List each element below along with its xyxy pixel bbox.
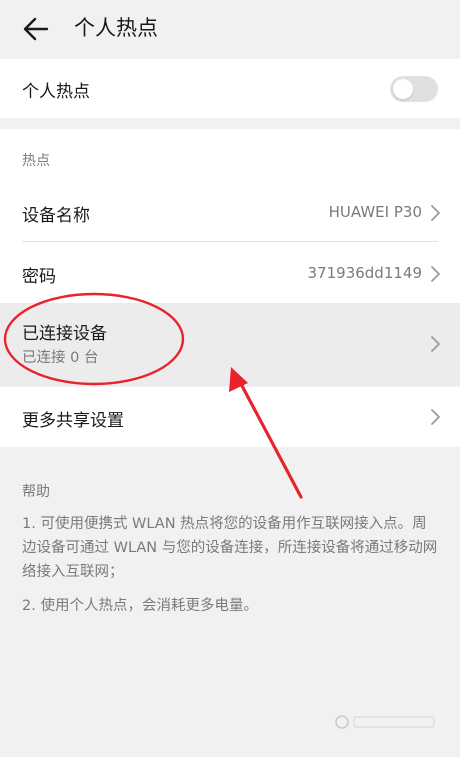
more-sharing-settings-label: 更多共享设置 — [22, 411, 124, 431]
chevron-right-icon — [431, 409, 440, 425]
app-bar: 个人热点 — [0, 0, 460, 58]
hotspot-settings-screen: 个人热点 个人热点 热点 设备名称 HUAWEI P30 密码 371936dd… — [0, 0, 460, 757]
chevron-right-icon — [431, 205, 440, 221]
hotspot-toggle-row[interactable]: 个人热点 — [0, 59, 460, 118]
help-text-1: 1. 可使用便携式 WLAN 热点将您的设备用作互联网接入点。周边设备可通过 W… — [22, 516, 438, 580]
toggle-knob — [393, 79, 413, 99]
connected-devices-label: 已连接设备 — [22, 324, 107, 344]
hotspot-toggle-switch[interactable] — [390, 76, 438, 102]
arrow-left-icon[interactable] — [22, 15, 50, 43]
hotspot-toggle-card: 个人热点 — [0, 59, 460, 118]
chevron-right-icon — [431, 266, 440, 282]
chevron-right-icon — [431, 336, 440, 352]
help-text-2: 2. 使用个人热点，会消耗更多电量。 — [22, 598, 258, 614]
device-name-row[interactable]: 设备名称 HUAWEI P30 — [0, 181, 460, 241]
password-label: 密码 — [22, 267, 56, 287]
device-name-value: HUAWEI P30 — [328, 203, 422, 221]
hotspot-section-card: 热点 设备名称 HUAWEI P30 密码 371936dd1149 已连接设备… — [0, 129, 460, 386]
password-value: 371936dd1149 — [307, 264, 422, 282]
connected-devices-row[interactable]: 已连接设备 已连接 0 台 — [0, 303, 460, 386]
more-settings-card: 更多共享设置 — [0, 387, 460, 447]
device-name-label: 设备名称 — [22, 206, 90, 226]
more-sharing-settings-row[interactable]: 更多共享设置 — [0, 387, 460, 447]
watermark-logo-icon — [335, 715, 435, 729]
password-row[interactable]: 密码 371936dd1149 — [0, 242, 460, 302]
section-label-help: 帮助 — [22, 484, 50, 500]
page-title: 个人热点 — [74, 16, 158, 40]
section-label-hotspot: 热点 — [22, 153, 50, 169]
hotspot-toggle-label: 个人热点 — [22, 82, 90, 102]
connected-devices-count: 已连接 0 台 — [22, 350, 99, 366]
